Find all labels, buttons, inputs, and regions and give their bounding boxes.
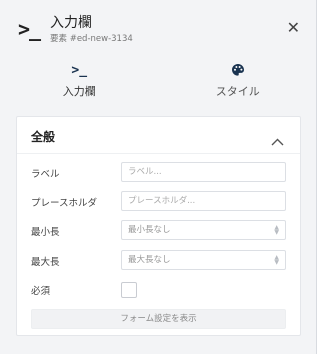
terminal-prompt-icon: >_ [71, 63, 88, 78]
label-field-label: ラベル [31, 169, 60, 180]
max-length-label: 最大長 [31, 257, 60, 268]
min-length-label: 最小長 [31, 227, 60, 238]
element-id-subtitle: 要素 #ed-new-3134 [50, 34, 133, 44]
min-length-placeholder: 最小長なし [128, 225, 171, 235]
palette-icon [159, 63, 318, 79]
section-title: 全般 [31, 130, 56, 144]
max-length-input[interactable]: 最大長なし ▲ ▼ [121, 250, 286, 270]
min-length-input[interactable]: 最小長なし ▲ ▼ [121, 220, 286, 240]
panel-header: >_ 入力欄 要素 #ed-new-3134 [0, 0, 317, 54]
scrollbar[interactable] [317, 0, 323, 354]
tab-input-field[interactable]: >_ 入力欄 [0, 56, 159, 108]
tab-style[interactable]: スタイル [159, 56, 318, 108]
header-title-group: 入力欄 要素 #ed-new-3134 [50, 14, 133, 45]
stepper-arrows-icon[interactable]: ▲ ▼ [274, 255, 279, 266]
close-icon[interactable]: ✕ [287, 20, 300, 36]
show-form-settings-button[interactable]: フォーム設定を表示 [31, 309, 286, 329]
stepper-arrows-icon[interactable]: ▲ ▼ [274, 225, 279, 236]
placeholder-field-label: プレースホルダ [31, 198, 98, 209]
chevron-up-icon[interactable] [271, 131, 284, 150]
tab-label: スタイル [215, 85, 260, 98]
panel-tabs: >_ 入力欄 スタイル [0, 56, 317, 108]
general-section: 全般 ラベル プレースホルダ 最小長 最小長なし ▲▼ 最大長 最大長なし ▲▼… [16, 116, 301, 336]
required-checkbox[interactable] [121, 282, 137, 298]
section-divider [17, 153, 300, 154]
terminal-prompt-icon: >_ [18, 17, 41, 41]
label-input[interactable] [121, 162, 286, 182]
placeholder-input[interactable] [121, 191, 286, 211]
tab-label: 入力欄 [62, 85, 96, 98]
panel-title: 入力欄 [50, 15, 92, 31]
max-length-placeholder: 最大長なし [128, 255, 171, 265]
required-label: 必須 [31, 286, 51, 297]
properties-panel: >_ 入力欄 要素 #ed-new-3134 ✕ >_ 入力欄 スタイル 全般 … [0, 0, 317, 354]
